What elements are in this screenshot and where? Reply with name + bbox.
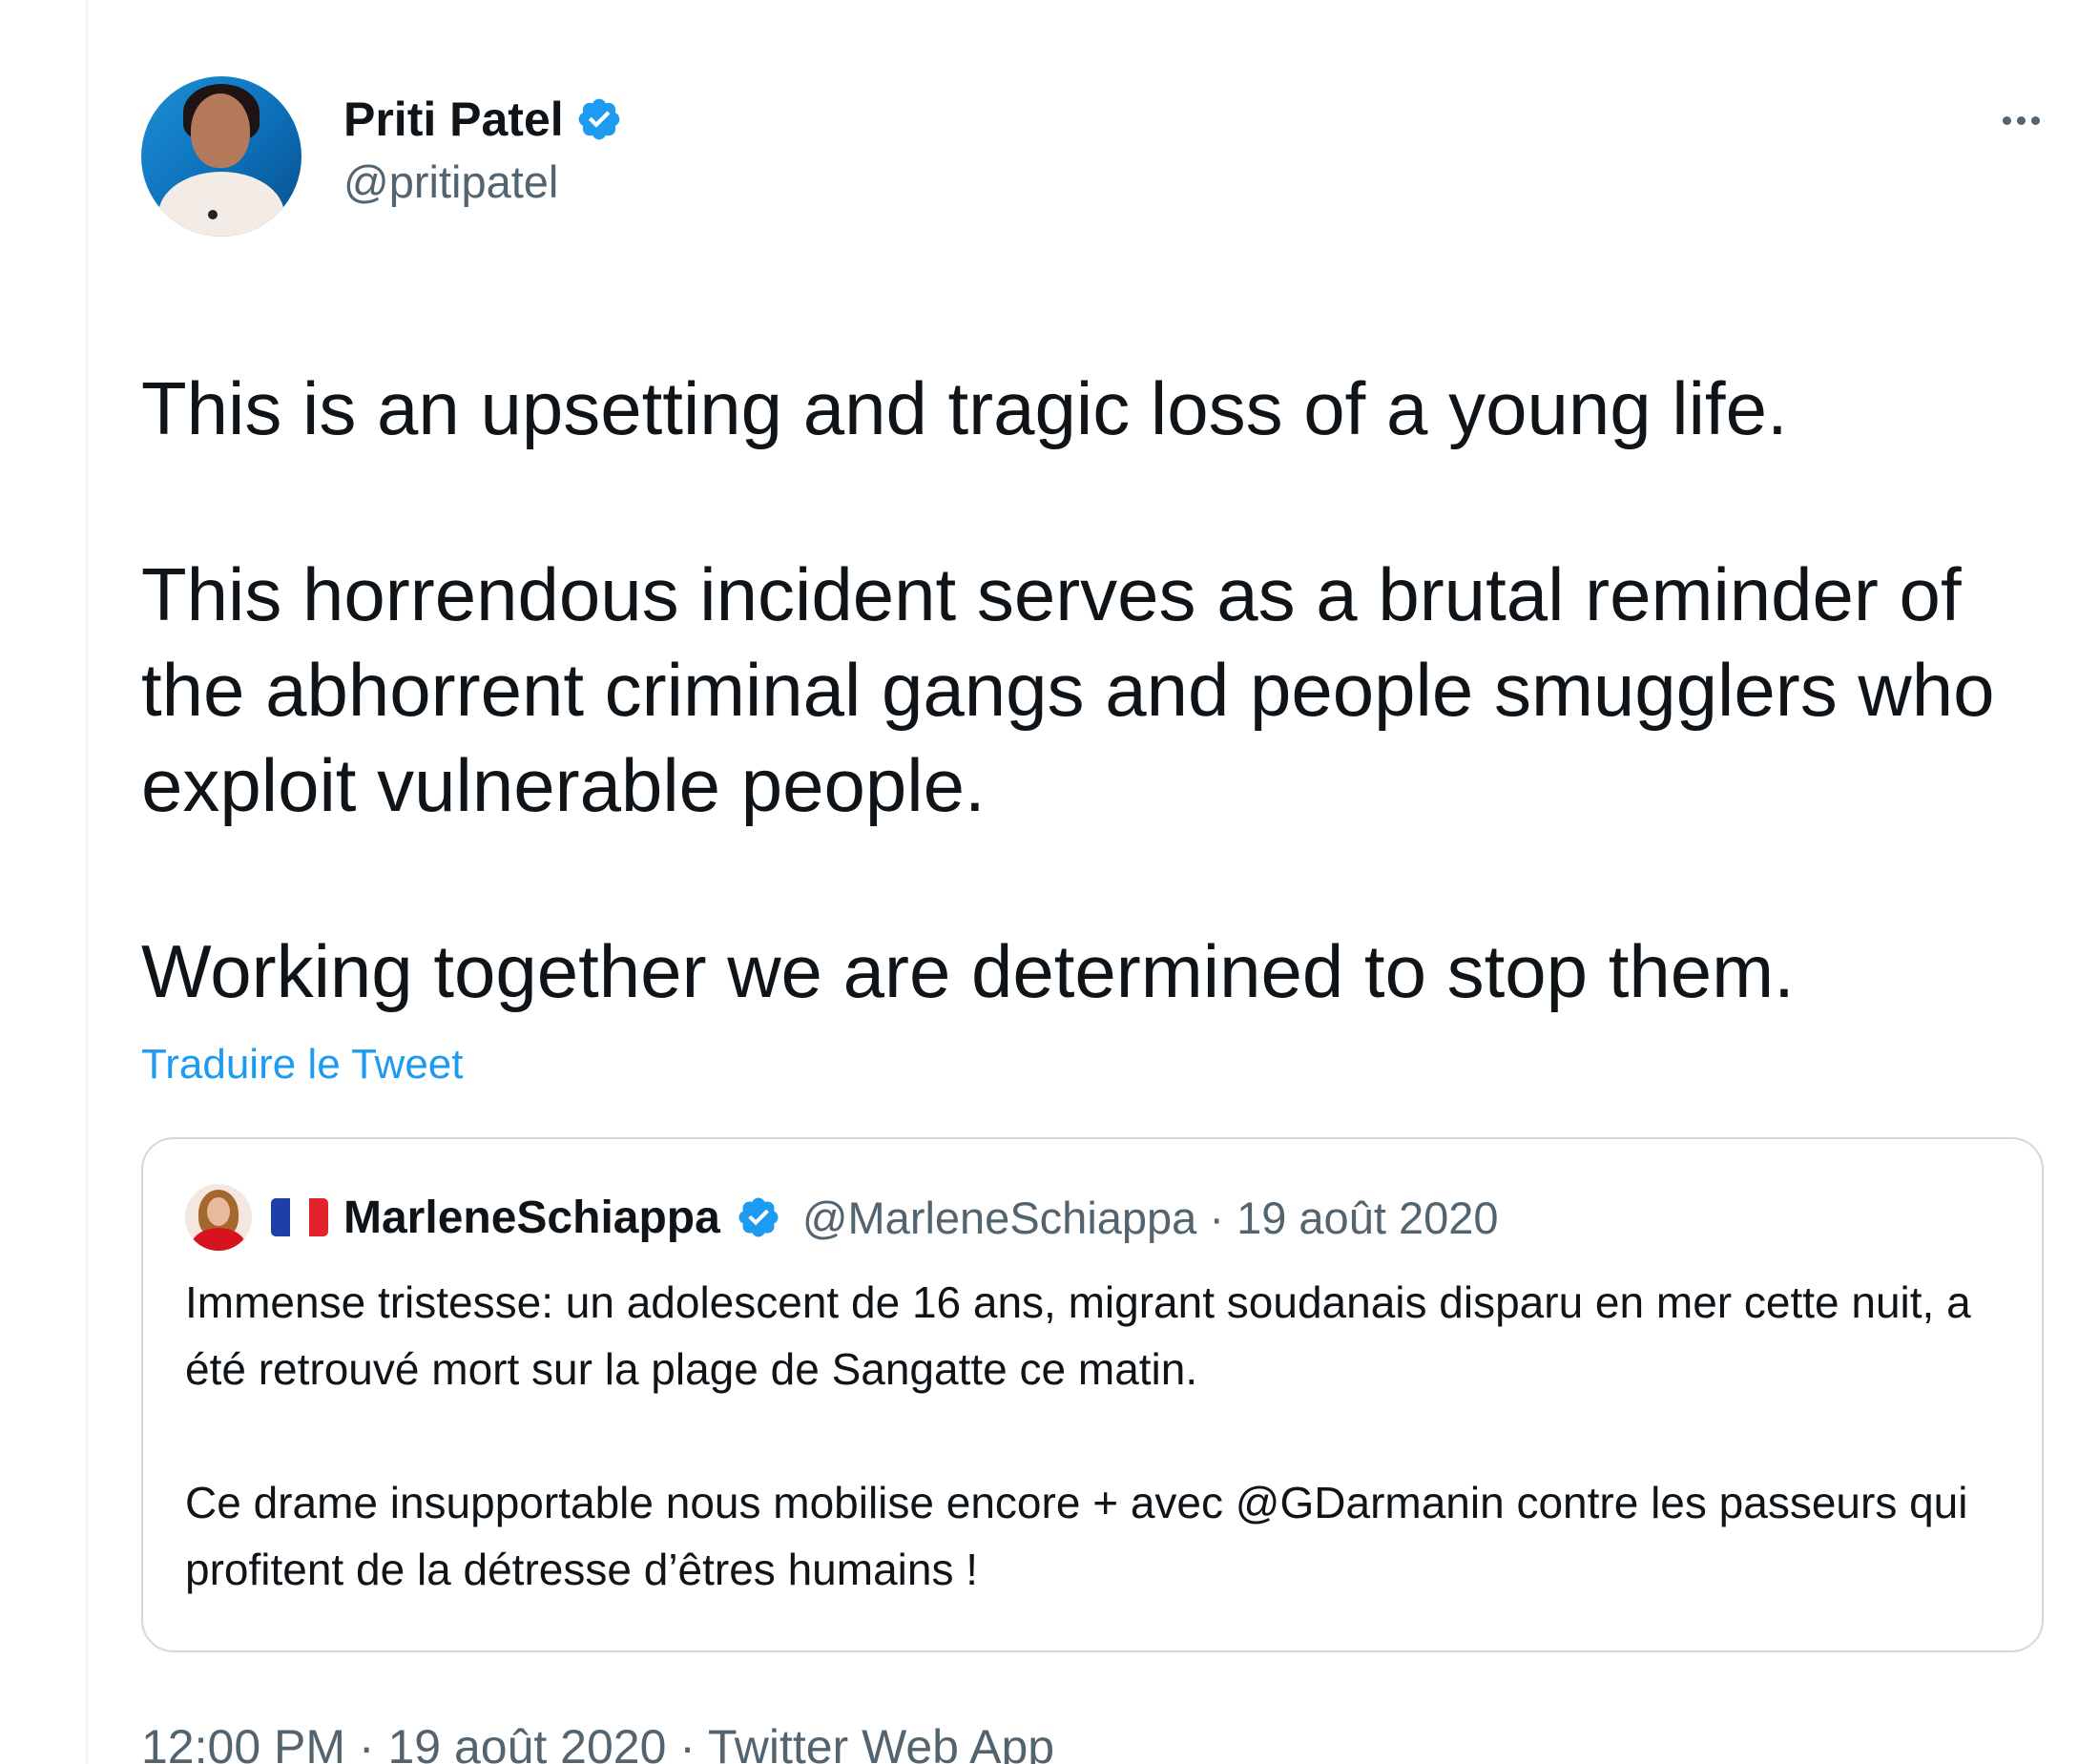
tweet-time[interactable]: 12:00 PM (141, 1720, 345, 1764)
verified-badge-icon (738, 1197, 779, 1237)
tweet-footer: 12:00 PM · 19 août 2020 · Twitter Web Ap… (141, 1717, 2049, 1764)
tweet-paragraph: This is an upsetting and tragic loss of … (141, 366, 1788, 450)
tweet-header: Priti Patel @pritipatel (141, 76, 2049, 239)
translate-tweet-link[interactable]: Traduire le Tweet (141, 1038, 2049, 1091)
quoted-author-avatar[interactable] (185, 1184, 252, 1251)
author-display-name[interactable]: Priti Patel (343, 90, 564, 149)
footer-separator: · (345, 1720, 388, 1764)
more-options-button[interactable] (1992, 101, 2049, 139)
tweet-date[interactable]: 19 août 2020 (387, 1720, 666, 1764)
tweet: Priti Patel @pritipatel This is an upset… (141, 76, 2049, 1764)
quoted-handle-and-date: @MarleneSchiappa · 19 août 2020 (801, 1192, 1499, 1243)
tweet-paragraph: This horrendous incident serves as a bru… (141, 552, 1995, 827)
footer-separator: · (666, 1720, 708, 1764)
author-name-block: Priti Patel @pritipatel (343, 90, 623, 212)
author-avatar[interactable] (141, 76, 301, 237)
quoted-author-display-name[interactable]: MarleneSchiappa (343, 1192, 720, 1244)
tweet-source-link[interactable]: Twitter Web App (708, 1720, 1054, 1764)
page: Priti Patel @pritipatel This is an upset… (0, 0, 2099, 1764)
french-flag-icon (271, 1198, 328, 1236)
timeline-left-border (86, 0, 88, 1764)
quoted-paragraph: Immense tristesse: un adolescent de 16 a… (185, 1277, 1971, 1394)
author-name-line: Priti Patel (343, 90, 623, 149)
tweet-text: This is an upsetting and tragic loss of … (141, 361, 2049, 1019)
more-horizontal-icon (2002, 115, 2011, 125)
tweet-paragraph: Working together we are determined to st… (141, 929, 1795, 1013)
quoted-tweet-header: MarleneSchiappa @MarleneSchiappa · 19 ao… (185, 1183, 2000, 1252)
author-handle[interactable]: @pritipatel (343, 153, 623, 212)
quoted-tweet-text: Immense tristesse: un adolescent de 16 a… (185, 1269, 2000, 1603)
quoted-paragraph: Ce drame insupportable nous mobilise enc… (185, 1478, 1968, 1594)
quoted-tweet[interactable]: MarleneSchiappa @MarleneSchiappa · 19 ao… (141, 1137, 2044, 1652)
verified-badge-icon (578, 98, 619, 140)
